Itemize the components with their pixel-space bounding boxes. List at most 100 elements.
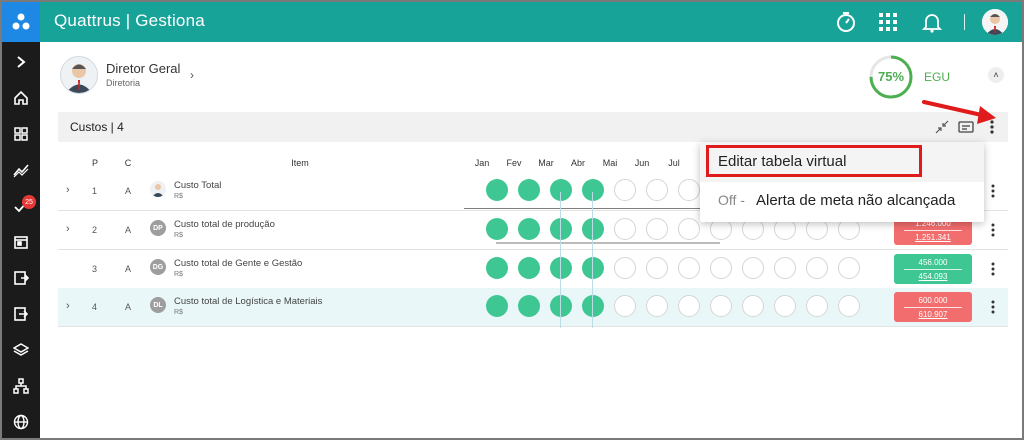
expand-row-icon[interactable]: › bbox=[66, 300, 70, 312]
table-row[interactable]: 3 A DG Custo total de Gente e Gestão R$ 456.0… bbox=[58, 250, 1008, 289]
row-priority: 4 bbox=[92, 302, 98, 312]
logo-icon[interactable] bbox=[2, 2, 40, 42]
highlight-box bbox=[706, 145, 922, 177]
logout-icon[interactable] bbox=[11, 304, 31, 324]
options-menu: Editar tabela virtual Off - Alerta de me… bbox=[700, 142, 984, 222]
month-status-empty[interactable] bbox=[678, 179, 700, 201]
month-status-filled[interactable] bbox=[550, 257, 572, 279]
row-priority: 1 bbox=[92, 186, 98, 196]
month-status-empty[interactable] bbox=[742, 257, 764, 279]
month-status-empty[interactable] bbox=[806, 295, 828, 317]
row-category: A bbox=[125, 302, 132, 312]
month-status-filled[interactable] bbox=[518, 257, 540, 279]
app-title: Quattrus | Gestiona bbox=[54, 11, 205, 30]
month-status-filled[interactable] bbox=[518, 295, 540, 317]
month-status-filled[interactable] bbox=[486, 179, 508, 201]
chevron-right-icon[interactable]: › bbox=[190, 68, 194, 82]
column-header-item: Item bbox=[291, 158, 309, 168]
row-priority: 2 bbox=[92, 225, 98, 235]
row-category: A bbox=[125, 225, 132, 235]
chevron-up-icon[interactable]: ˄ bbox=[988, 67, 1004, 83]
row-item-name[interactable]: Custo total de Logística e Materiais bbox=[174, 296, 322, 307]
home-icon[interactable] bbox=[11, 88, 31, 108]
trend-icon[interactable] bbox=[11, 160, 31, 180]
month-status-filled[interactable] bbox=[582, 179, 604, 201]
top-bar: Quattrus | Gestiona bbox=[2, 2, 1022, 42]
chevron-right-icon[interactable] bbox=[11, 52, 31, 72]
section-header: Custos | 4 bbox=[58, 112, 1008, 142]
month-status-filled[interactable] bbox=[486, 257, 508, 279]
month-status-empty[interactable] bbox=[646, 295, 668, 317]
kpi-target: 456.000 bbox=[918, 258, 948, 267]
app-frame: Quattrus | Gestiona 25 Diretor Geral Dir… bbox=[0, 0, 1024, 440]
row-category: A bbox=[125, 186, 132, 196]
export-icon[interactable] bbox=[11, 268, 31, 288]
month-status-empty[interactable] bbox=[614, 295, 636, 317]
month-status-filled[interactable] bbox=[518, 179, 540, 201]
more-vert-icon[interactable] bbox=[988, 182, 998, 200]
column-header-month: Jul bbox=[668, 158, 680, 168]
row-item-name[interactable]: Custo Total bbox=[174, 180, 221, 191]
month-status-empty[interactable] bbox=[838, 295, 860, 317]
dashboard-icon[interactable] bbox=[11, 124, 31, 144]
user-avatar[interactable] bbox=[982, 9, 1008, 35]
month-status-empty[interactable] bbox=[678, 257, 700, 279]
row-avatar bbox=[150, 181, 166, 197]
month-status-empty[interactable] bbox=[710, 295, 732, 317]
more-vert-icon[interactable] bbox=[988, 298, 998, 316]
kpi-divider bbox=[904, 307, 962, 308]
month-divider bbox=[592, 192, 593, 328]
kpi-actual: 1.251.341 bbox=[915, 233, 951, 242]
month-status-filled[interactable] bbox=[486, 295, 508, 317]
layers-icon[interactable] bbox=[11, 340, 31, 360]
month-status-empty[interactable] bbox=[614, 257, 636, 279]
month-status-empty[interactable] bbox=[838, 257, 860, 279]
profile-avatar[interactable] bbox=[60, 56, 98, 94]
expand-row-icon[interactable]: › bbox=[66, 223, 70, 235]
globe-icon[interactable] bbox=[11, 412, 31, 432]
expand-row-icon[interactable]: › bbox=[66, 184, 70, 196]
row-avatar: DL bbox=[150, 297, 166, 313]
row-item-unit: R$ bbox=[174, 193, 183, 200]
column-header-month: Mar bbox=[538, 158, 554, 168]
column-header-c: C bbox=[124, 158, 132, 168]
egu-percent: 75% bbox=[877, 69, 905, 84]
apps-grid-icon[interactable] bbox=[876, 10, 900, 34]
month-status-filled[interactable] bbox=[582, 295, 604, 317]
column-header-month: Jun bbox=[634, 158, 650, 168]
month-status-empty[interactable] bbox=[646, 257, 668, 279]
bell-icon[interactable] bbox=[920, 10, 944, 34]
timer-icon[interactable] bbox=[834, 10, 858, 34]
kpi-divider bbox=[904, 269, 962, 270]
month-status-empty[interactable] bbox=[806, 257, 828, 279]
month-status-empty[interactable] bbox=[774, 257, 796, 279]
menu-item-alert-goal[interactable]: Alerta de meta não alcançada bbox=[756, 192, 955, 209]
more-vert-icon[interactable] bbox=[988, 221, 998, 239]
row-avatar: DG bbox=[150, 259, 166, 275]
month-status-empty[interactable] bbox=[774, 295, 796, 317]
kpi-divider bbox=[904, 230, 962, 231]
month-status-filled[interactable] bbox=[550, 179, 572, 201]
toggle-off-label[interactable]: Off - bbox=[718, 192, 745, 208]
row-item-name[interactable]: Custo total de Gente e Gestão bbox=[174, 258, 302, 269]
month-divider bbox=[560, 192, 561, 328]
month-status-empty[interactable] bbox=[742, 295, 764, 317]
month-status-empty[interactable] bbox=[646, 179, 668, 201]
month-status-empty[interactable] bbox=[678, 295, 700, 317]
notification-badge: 25 bbox=[22, 195, 36, 209]
month-status-empty[interactable] bbox=[614, 179, 636, 201]
table-row[interactable]: › 4 A DL Custo total de Logística e Materiai… bbox=[58, 288, 1008, 327]
calendar-icon[interactable] bbox=[11, 232, 31, 252]
kpi-badge[interactable]: 600.000 610.907 bbox=[894, 292, 972, 322]
month-status-filled[interactable] bbox=[582, 257, 604, 279]
hierarchy-icon[interactable] bbox=[11, 376, 31, 396]
row-item-unit: R$ bbox=[174, 232, 183, 239]
month-status-empty[interactable] bbox=[710, 257, 732, 279]
month-status-filled[interactable] bbox=[550, 295, 572, 317]
kpi-badge[interactable]: 456.000 454.093 bbox=[894, 254, 972, 284]
kpi-actual: 610.907 bbox=[918, 310, 948, 319]
profile-name: Diretor Geral bbox=[106, 61, 181, 76]
more-vert-icon[interactable] bbox=[988, 260, 998, 278]
row-item-name[interactable]: Custo total de produção bbox=[174, 219, 275, 230]
row-avatar: DP bbox=[150, 220, 166, 236]
